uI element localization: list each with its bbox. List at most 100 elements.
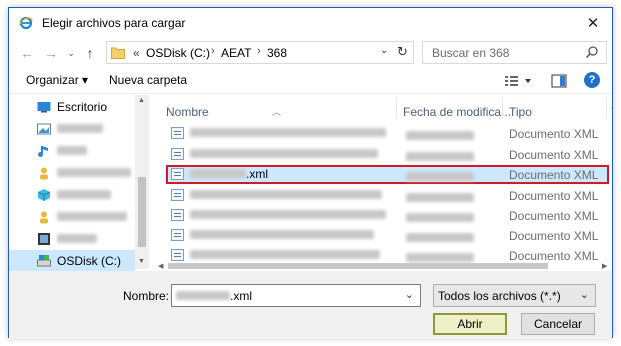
breadcrumb-separator-icon[interactable]: ›: [257, 45, 261, 57]
scroll-right-icon[interactable]: ▶: [602, 262, 607, 270]
breadcrumb-overflow[interactable]: «: [133, 46, 140, 60]
video-icon: [38, 233, 50, 245]
breadcrumb-item[interactable]: AEAT: [221, 46, 251, 60]
scroll-left-icon[interactable]: ◀: [158, 262, 163, 270]
address-dropdown-icon[interactable]: ⌄: [380, 45, 388, 56]
file-name-value: .xml: [176, 289, 252, 303]
file-type: Documento XML: [509, 189, 599, 203]
xml-file-icon: [171, 209, 184, 221]
sidebar-item[interactable]: [9, 184, 135, 206]
window-title: Elegir archivos para cargar: [42, 16, 186, 30]
file-date: [406, 231, 474, 245]
scroll-down-icon[interactable]: ▼: [138, 258, 145, 265]
sidebar-item[interactable]: [9, 140, 135, 162]
dialog-footer: Nombre: .xml ⌄ Todos los archivos (*.*) …: [9, 271, 612, 339]
sidebar-item-label: [57, 232, 97, 246]
navigation-pane: Escritorio OSDisk (C:) ▲ ▼: [9, 95, 149, 272]
forward-arrow-icon[interactable]: →: [43, 45, 59, 61]
drive-icon: [37, 255, 51, 267]
file-row[interactable]: Documento XML: [166, 226, 609, 245]
file-name: [190, 147, 378, 161]
breadcrumb-item[interactable]: OSDisk (C:): [146, 46, 210, 60]
column-header-date[interactable]: Fecha de modifica...: [397, 95, 511, 121]
close-icon: ✕: [586, 15, 600, 32]
search-input[interactable]: Buscar en 368: [422, 41, 607, 64]
cancel-button[interactable]: Cancelar: [521, 313, 595, 335]
file-name-input[interactable]: .xml ⌄: [171, 284, 421, 307]
file-dialog: Elegir archivos para cargar ✕ ← → ⌄ ↑ « …: [8, 7, 613, 339]
file-list: ︿ Nombre Fecha de modifica... Tipo T Doc…: [156, 95, 612, 269]
sidebar-item-osdisk[interactable]: OSDisk (C:): [9, 250, 135, 272]
user-icon: [40, 167, 48, 180]
sidebar-item-label: OSDisk (C:): [57, 254, 121, 268]
file-date: [406, 150, 474, 164]
image-icon: [37, 123, 51, 135]
folder-icon: [111, 47, 125, 59]
address-bar[interactable]: « OSDisk (C:) › AEAT › 368 ⌄ ↻: [106, 41, 414, 64]
file-type-filter-value: Todos los archivos (*.*): [438, 289, 561, 303]
file-row[interactable]: Documento XML: [166, 186, 609, 205]
sidebar-item-escritorio[interactable]: Escritorio: [9, 96, 135, 118]
back-arrow-icon[interactable]: ←: [19, 45, 35, 61]
xml-file-icon: [171, 127, 184, 139]
breadcrumb-item[interactable]: 368: [267, 46, 287, 60]
column-header-type[interactable]: Tipo: [503, 95, 603, 121]
chevron-down-icon[interactable]: ⌄: [405, 288, 414, 301]
file-type-filter[interactable]: Todos los archivos (*.*) ⌄: [433, 284, 596, 307]
column-header-extra[interactable]: T: [607, 95, 612, 121]
title-bar: Elegir archivos para cargar ✕: [9, 8, 612, 38]
desktop-icon: [37, 102, 51, 113]
sidebar-item[interactable]: [9, 162, 135, 184]
sidebar-item[interactable]: [9, 118, 135, 140]
search-icon: [585, 46, 598, 59]
file-row-selected[interactable]: .xml Documento XML: [166, 165, 609, 184]
close-button[interactable]: ✕: [582, 12, 604, 34]
sidebar-item-label: Escritorio: [57, 100, 108, 114]
file-name: [190, 188, 382, 202]
xml-file-icon: [171, 189, 184, 201]
file-date: [406, 129, 474, 143]
music-icon: [38, 146, 48, 157]
file-name: [190, 248, 380, 262]
file-name: .xml: [190, 167, 268, 181]
file-name: [190, 208, 386, 222]
file-row[interactable]: Documento XML: [166, 124, 609, 143]
file-type: Documento XML: [509, 148, 599, 162]
organize-menu[interactable]: Organizar ▾: [26, 73, 88, 87]
sidebar-item-label: [57, 122, 103, 136]
breadcrumb-separator-icon[interactable]: ›: [211, 45, 215, 57]
xml-file-icon: [171, 229, 184, 241]
scroll-up-icon[interactable]: ▲: [138, 97, 145, 104]
open-button[interactable]: Abrir: [433, 313, 507, 335]
file-row[interactable]: Documento XML: [166, 206, 609, 225]
file-name: [190, 228, 374, 242]
help-icon[interactable]: ?: [584, 72, 600, 88]
up-arrow-icon[interactable]: ↑: [82, 45, 98, 61]
scrollbar-thumb[interactable]: [168, 263, 548, 269]
file-date: [406, 211, 474, 225]
scrollbar-thumb[interactable]: [138, 177, 146, 247]
file-type: Documento XML: [509, 209, 599, 223]
view-options-icon[interactable]: [504, 73, 534, 89]
refresh-icon[interactable]: ↻: [397, 44, 408, 60]
user-icon: [40, 211, 48, 224]
column-header-name[interactable]: ︿ Nombre: [156, 95, 392, 121]
sidebar-item[interactable]: [9, 228, 135, 250]
sort-ascending-icon: ︿: [272, 107, 282, 117]
recent-dropdown-icon[interactable]: ⌄: [63, 45, 79, 61]
file-type: Documento XML: [509, 127, 599, 141]
file-row[interactable]: Documento XML: [166, 145, 609, 164]
xml-file-icon: [171, 249, 184, 261]
3d-object-icon: [37, 189, 51, 201]
sidebar-scrollbar[interactable]: ▲ ▼: [135, 95, 149, 269]
file-date: [406, 191, 474, 205]
preview-pane-icon[interactable]: [551, 73, 567, 89]
new-folder-button[interactable]: Nueva carpeta: [109, 73, 187, 87]
sidebar-item-label: [57, 188, 111, 202]
horizontal-scrollbar[interactable]: ◀ ▶: [156, 261, 612, 271]
file-date: [406, 170, 474, 184]
sidebar-item[interactable]: [9, 206, 135, 228]
file-name-label: Nombre:: [123, 289, 170, 303]
navigation-bar: ← → ⌄ ↑ « OSDisk (C:) › AEAT › 368 ⌄ ↻ B…: [9, 38, 612, 68]
file-type: Documento XML: [509, 168, 599, 182]
